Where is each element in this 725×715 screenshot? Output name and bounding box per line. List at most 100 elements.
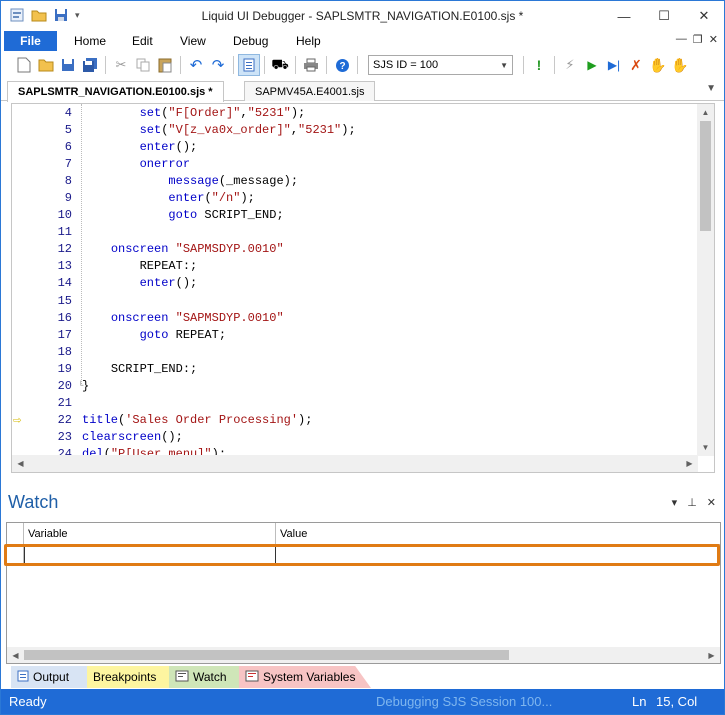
new-file-icon[interactable] bbox=[13, 54, 35, 76]
column-header-variable[interactable]: Variable bbox=[24, 523, 276, 545]
code-editor[interactable]: 4 set("F[Order]","5231"); 5 set("V[z_va0x… bbox=[11, 103, 715, 473]
code-line[interactable]: 9 enter("/n"); bbox=[12, 189, 698, 206]
pin-icon[interactable]: ⊥ bbox=[687, 496, 697, 509]
editor-horizontal-scrollbar[interactable]: ◀ ▶ bbox=[12, 455, 698, 472]
scroll-left-icon[interactable]: ◀ bbox=[12, 455, 29, 472]
step-over-icon[interactable]: ▶| bbox=[603, 54, 625, 76]
scroll-thumb[interactable] bbox=[700, 121, 711, 231]
line-number: 6 bbox=[64, 139, 72, 154]
scroll-right-icon[interactable]: ▶ bbox=[703, 647, 720, 663]
code-line[interactable]: 18 bbox=[12, 343, 698, 360]
pause-all-hand-icon[interactable]: ✋ bbox=[669, 54, 691, 76]
code-keyword: goto bbox=[139, 327, 169, 342]
minimize-button[interactable]: — bbox=[604, 1, 644, 31]
code-line[interactable]: 12 onscreen "SAPMSDYP.0010" bbox=[12, 241, 698, 258]
tab-saplsmtr-navigation[interactable]: SAPLSMTR_NAVIGATION.E0100.sjs * bbox=[7, 81, 224, 102]
maximize-button[interactable]: ☐ bbox=[644, 1, 684, 31]
tab-breakpoints[interactable]: Breakpoints bbox=[87, 666, 183, 688]
title-bar: ▾ Liquid UI Debugger - SAPLSMTR_NAVIGATI… bbox=[1, 1, 724, 31]
scroll-thumb[interactable] bbox=[29, 458, 679, 469]
cut-icon[interactable]: ✂ bbox=[110, 54, 132, 76]
code-line[interactable]: 21 bbox=[12, 395, 698, 412]
ribbon-minimize-icon[interactable]: — bbox=[676, 33, 687, 46]
code-line[interactable]: 4 set("F[Order]","5231"); bbox=[12, 104, 698, 121]
code-keyword: set bbox=[139, 105, 162, 120]
undo-icon[interactable]: ↶ bbox=[185, 54, 207, 76]
column-header-value[interactable]: Value bbox=[276, 523, 720, 545]
breakpoint-alert-icon[interactable]: ! bbox=[528, 54, 550, 76]
pause-hand-icon[interactable]: ✋ bbox=[647, 54, 669, 76]
code-token: REPEAT:; bbox=[139, 259, 198, 274]
help-icon[interactable]: ? bbox=[331, 54, 353, 76]
find-icon[interactable]: ⛟ bbox=[269, 54, 291, 76]
code-line[interactable]: 8 message(_message); bbox=[12, 172, 698, 189]
editor-vertical-scrollbar[interactable]: ▲ ▼ bbox=[697, 104, 714, 456]
save-all-icon[interactable] bbox=[79, 54, 101, 76]
close-button[interactable]: ✕ bbox=[684, 1, 724, 31]
code-token: SCRIPT_END; bbox=[197, 208, 284, 223]
code-line[interactable]: 17 goto REPEAT; bbox=[12, 326, 698, 343]
sjs-id-select[interactable]: SJS ID = 100 ▼ bbox=[368, 55, 513, 75]
scroll-thumb[interactable] bbox=[24, 650, 509, 660]
toolbar-separator bbox=[326, 56, 327, 74]
menu-edit[interactable]: Edit bbox=[132, 34, 153, 48]
line-number: 23 bbox=[57, 430, 72, 445]
code-token: ); bbox=[298, 413, 313, 428]
code-line[interactable]: 6 enter(); bbox=[12, 138, 698, 155]
panel-close-icon[interactable]: ✕ bbox=[707, 496, 716, 509]
menu-debug[interactable]: Debug bbox=[233, 34, 268, 48]
tab-watch[interactable]: Watch bbox=[169, 666, 251, 688]
menu-file[interactable]: File bbox=[4, 31, 57, 51]
ribbon-restore-icon[interactable]: ❐ bbox=[693, 33, 703, 46]
code-line[interactable]: 20 └} bbox=[12, 378, 698, 395]
save-icon[interactable] bbox=[57, 54, 79, 76]
code-line[interactable]: 15 bbox=[12, 292, 698, 309]
menu-help[interactable]: Help bbox=[296, 34, 321, 48]
tab-system-variables-label: System Variables bbox=[263, 670, 356, 684]
code-line[interactable]: 16 onscreen "SAPMSDYP.0010" bbox=[12, 309, 698, 326]
code-line[interactable]: 11 bbox=[12, 224, 698, 241]
ribbon-close-icon[interactable]: ✕ bbox=[709, 33, 718, 46]
code-line[interactable]: 14 enter(); bbox=[12, 275, 698, 292]
menu-home[interactable]: Home bbox=[74, 34, 106, 48]
open-folder-icon[interactable] bbox=[35, 54, 57, 76]
code-text: set("F[Order]","5231"); bbox=[82, 105, 306, 120]
menu-view[interactable]: View bbox=[180, 34, 206, 48]
scroll-right-icon[interactable]: ▶ bbox=[681, 455, 698, 472]
code-token: ); bbox=[240, 191, 255, 206]
toolbar-separator bbox=[180, 56, 181, 74]
paste-icon[interactable] bbox=[154, 54, 176, 76]
code-line[interactable]: 5 set("V[z_va0x_order]","5231"); bbox=[12, 121, 698, 138]
panel-menu-icon[interactable]: ▾ bbox=[672, 496, 678, 509]
document-tabs: SAPLSMTR_NAVIGATION.E0100.sjs * SAPMV45A… bbox=[1, 79, 724, 102]
scroll-left-icon[interactable]: ◀ bbox=[7, 647, 24, 663]
tab-sapmv45a[interactable]: SAPMV45A.E4001.sjs bbox=[244, 81, 376, 101]
code-text: clearscreen(); bbox=[82, 430, 183, 444]
lightning-icon[interactable]: ⚡ bbox=[559, 54, 581, 76]
code-area[interactable]: 4 set("F[Order]","5231"); 5 set("V[z_va0x… bbox=[12, 104, 698, 456]
sjs-id-value: SJS ID = 100 bbox=[373, 59, 439, 71]
run-icon[interactable]: ▶ bbox=[581, 54, 603, 76]
print-icon[interactable] bbox=[300, 54, 322, 76]
code-line[interactable]: 19 SCRIPT_END:; bbox=[12, 360, 698, 377]
tab-list-chevron-icon[interactable]: ▼ bbox=[706, 83, 716, 94]
code-line[interactable]: 23 clearscreen(); bbox=[12, 429, 698, 446]
code-line[interactable]: 7 onerror bbox=[12, 155, 698, 172]
tab-system-variables[interactable]: System Variables bbox=[239, 666, 371, 688]
scroll-down-icon[interactable]: ▼ bbox=[697, 439, 714, 456]
highlighted-watch-row bbox=[4, 544, 720, 566]
redo-icon[interactable]: ↷ bbox=[207, 54, 229, 76]
document-view-icon[interactable] bbox=[238, 54, 260, 76]
stop-debug-icon[interactable]: ✗ bbox=[625, 54, 647, 76]
code-line[interactable]: 13 REPEAT:; bbox=[12, 258, 698, 275]
status-ready: Ready bbox=[9, 694, 47, 709]
code-line[interactable]: 10 goto SCRIPT_END; bbox=[12, 207, 698, 224]
copy-icon[interactable] bbox=[132, 54, 154, 76]
scroll-up-icon[interactable]: ▲ bbox=[697, 104, 714, 121]
code-line[interactable]: ⇨ 22 title('Sales Order Processing'); bbox=[12, 412, 698, 429]
watch-horizontal-scrollbar[interactable]: ◀ ▶ bbox=[7, 647, 720, 663]
toolbar-separator bbox=[523, 56, 524, 74]
